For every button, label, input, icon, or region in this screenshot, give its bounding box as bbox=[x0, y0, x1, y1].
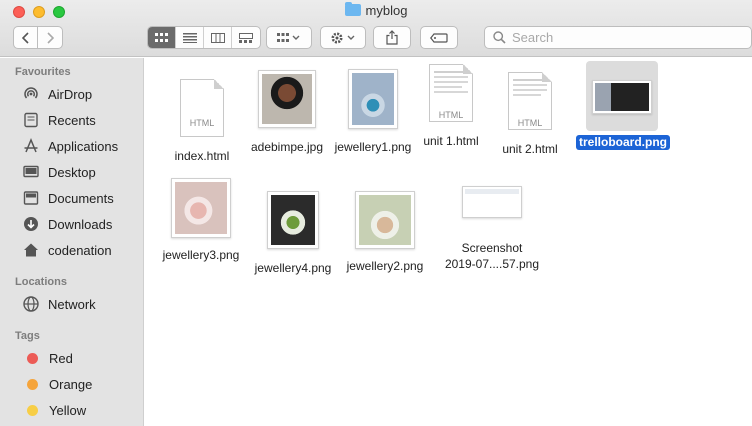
html-file-icon[interactable]: HTML bbox=[180, 79, 224, 137]
html-icon-label: HTML bbox=[517, 118, 543, 128]
file-name-label: unit 2.html bbox=[502, 142, 558, 156]
window-title-text: myblog bbox=[365, 3, 408, 18]
icon-view-button[interactable] bbox=[148, 27, 176, 48]
html-icon-label: HTML bbox=[438, 110, 464, 120]
image-thumbnail[interactable] bbox=[258, 70, 316, 128]
image-thumbnail[interactable] bbox=[355, 191, 415, 249]
sidebar-item-label: Network bbox=[48, 296, 96, 312]
html-file-icon[interactable]: HTML bbox=[508, 72, 552, 130]
toolbar: myblog bbox=[0, 0, 752, 57]
group-icon bbox=[277, 32, 300, 42]
list-icon bbox=[182, 32, 197, 43]
recents-icon bbox=[22, 111, 40, 129]
favourites-header: Favourites bbox=[15, 66, 71, 78]
share-button[interactable] bbox=[373, 26, 411, 49]
image-thumbnail[interactable] bbox=[171, 178, 231, 238]
search-field[interactable] bbox=[484, 26, 752, 49]
applications-icon bbox=[22, 137, 40, 155]
orange-tag-dot-icon bbox=[27, 378, 38, 390]
search-input[interactable] bbox=[512, 30, 732, 45]
sidebar-item-label: Desktop bbox=[48, 164, 96, 180]
file-name-label: jewellery4.png bbox=[254, 261, 332, 275]
sidebar-item-label: Applications bbox=[48, 138, 119, 154]
red-tag-dot-icon bbox=[27, 352, 38, 364]
sidebar-item-label: Recents bbox=[48, 112, 96, 128]
documents-icon bbox=[22, 189, 40, 207]
gallery-icon bbox=[239, 32, 253, 43]
home-icon bbox=[22, 241, 40, 259]
sidebar-item-desktop[interactable]: Desktop bbox=[22, 160, 140, 184]
sidebar-item-label: Yellow bbox=[49, 402, 87, 418]
column-view-button[interactable] bbox=[204, 27, 232, 48]
file-name-label: jewellery2.png bbox=[346, 259, 424, 273]
bracelet-thumbnail bbox=[175, 182, 227, 234]
yellow-tag-dot-icon bbox=[27, 404, 38, 416]
pearl-jewellery-thumbnail bbox=[359, 195, 411, 245]
sidebar: Favourites AirDrop Recents Applications … bbox=[0, 58, 144, 426]
downloads-icon bbox=[22, 215, 40, 233]
gear-icon bbox=[331, 32, 355, 43]
sidebar-item-label: AirDrop bbox=[48, 86, 93, 102]
airdrop-icon bbox=[22, 85, 40, 103]
image-thumbnail[interactable] bbox=[592, 80, 652, 114]
screenshot-thumbnail bbox=[465, 189, 519, 215]
sidebar-item-applications[interactable]: Applications bbox=[22, 134, 140, 158]
sidebar-item-label: Orange bbox=[49, 376, 93, 392]
sidebar-item-label: Documents bbox=[48, 190, 114, 206]
tags-button[interactable] bbox=[420, 26, 458, 49]
file-name-label-line2: 2019-07....57.png bbox=[444, 257, 540, 271]
screenshot-thumbnail bbox=[595, 83, 649, 111]
image-thumbnail[interactable] bbox=[267, 191, 319, 249]
tags-header: Tags bbox=[15, 330, 40, 342]
file-name-label: adebimpe.jpg bbox=[250, 140, 324, 154]
necklace-thumbnail bbox=[352, 73, 394, 125]
columns-icon bbox=[210, 32, 225, 43]
file-name-label: Screenshot bbox=[461, 241, 523, 255]
sidebar-item-network[interactable]: Network bbox=[22, 292, 140, 316]
action-button[interactable] bbox=[320, 26, 366, 49]
desktop-icon bbox=[22, 163, 40, 181]
file-icon-grid: HTML index.html adebimpe.jpg jewellery1.… bbox=[145, 58, 752, 426]
list-view-button[interactable] bbox=[176, 27, 204, 48]
chevron-right-icon bbox=[47, 31, 54, 44]
sidebar-item-label: codenation bbox=[48, 242, 112, 258]
sidebar-item-downloads[interactable]: Downloads bbox=[22, 212, 140, 236]
file-name-label: jewellery1.png bbox=[334, 140, 412, 154]
forward-button[interactable] bbox=[38, 26, 63, 49]
finder-window: myblog Search Favourites AirDrop Recents… bbox=[0, 0, 752, 426]
image-thumbnail[interactable] bbox=[462, 186, 522, 218]
html-icon-label: HTML bbox=[189, 118, 215, 128]
sidebar-item-label: Downloads bbox=[48, 216, 113, 232]
group-by-button[interactable] bbox=[266, 26, 312, 49]
network-icon bbox=[22, 295, 40, 313]
image-thumbnail[interactable] bbox=[348, 69, 398, 129]
gallery-view-button[interactable] bbox=[232, 27, 260, 48]
file-name-label: index.html bbox=[174, 149, 230, 163]
search-icon bbox=[493, 31, 506, 44]
back-button[interactable] bbox=[13, 26, 38, 49]
tag-icon bbox=[430, 32, 448, 43]
share-icon bbox=[386, 30, 398, 45]
portrait-thumbnail bbox=[262, 74, 312, 124]
sidebar-item-documents[interactable]: Documents bbox=[22, 186, 140, 210]
sidebar-item-recents[interactable]: Recents bbox=[22, 108, 140, 132]
locations-header: Locations bbox=[15, 276, 67, 288]
sidebar-item-airdrop[interactable]: AirDrop bbox=[22, 82, 140, 106]
view-mode-group bbox=[147, 26, 261, 49]
grid-icon bbox=[154, 32, 168, 42]
file-name-label: jewellery3.png bbox=[162, 248, 240, 262]
chevron-left-icon bbox=[21, 31, 29, 44]
window-title: myblog bbox=[0, 2, 752, 18]
sidebar-tag-red[interactable]: Red bbox=[22, 346, 140, 370]
sidebar-item-codenation[interactable]: codenation bbox=[22, 238, 140, 262]
file-name-label-selected: trelloboard.png bbox=[576, 135, 670, 150]
sidebar-tag-yellow[interactable]: Yellow bbox=[22, 398, 140, 422]
html-file-icon[interactable]: HTML bbox=[429, 64, 473, 122]
green-jewellery-thumbnail bbox=[271, 195, 315, 245]
sidebar-item-label: Red bbox=[49, 350, 73, 366]
file-name-label: unit 1.html bbox=[423, 134, 479, 148]
folder-icon bbox=[344, 2, 361, 16]
sidebar-tag-orange[interactable]: Orange bbox=[22, 372, 140, 396]
